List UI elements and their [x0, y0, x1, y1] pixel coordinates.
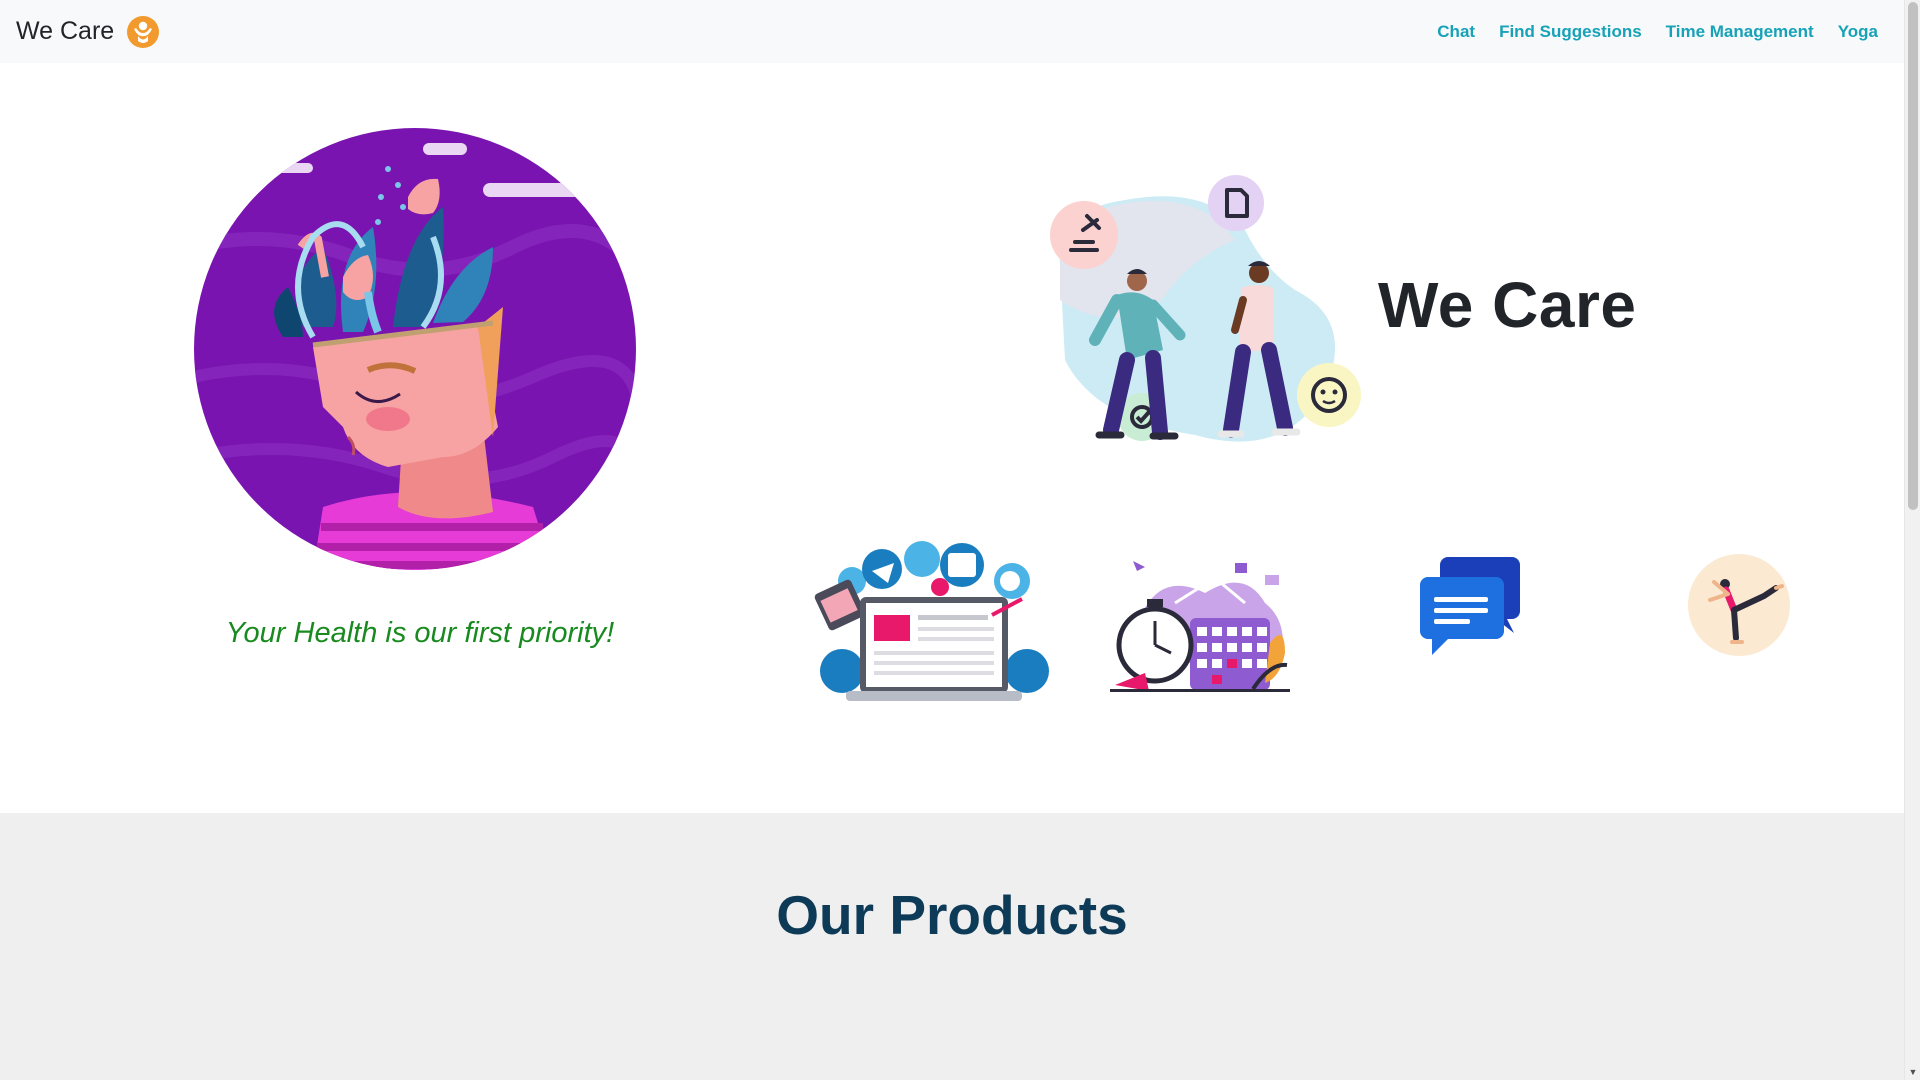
scroll-down-arrow-icon[interactable]: ▼ [1905, 1064, 1920, 1080]
hero-title: We Care [1378, 269, 1637, 341]
nav-link-chat[interactable]: Chat [1437, 22, 1475, 42]
hero-section: Your Health is our first priority! We Ca… [0, 63, 1904, 813]
team-discussion-illustration [1050, 175, 1361, 442]
brand-name: We Care [16, 17, 115, 45]
nav-link-find-suggestions[interactable]: Find Suggestions [1499, 22, 1642, 42]
laptop-social-illustration[interactable] [812, 541, 1052, 711]
yoga-pose-icon[interactable] [1688, 554, 1790, 656]
page-scrollbar[interactable]: ▼ [1904, 0, 1920, 1080]
products-title: Our Products [776, 884, 1128, 946]
navbar: We Care Chat Find Suggestions Time Manag… [0, 0, 1904, 63]
nav-links: Chat Find Suggestions Time Management Yo… [1437, 22, 1878, 42]
wecare-logo-icon [127, 15, 160, 48]
time-management-illustration[interactable] [1105, 553, 1295, 698]
chat-bubbles-icon[interactable] [1418, 555, 1522, 659]
mind-illustration [194, 128, 636, 570]
products-section: Our Products [0, 813, 1904, 1080]
nav-link-time-management[interactable]: Time Management [1666, 22, 1814, 42]
brand-link[interactable]: We Care [16, 15, 160, 49]
nav-link-yoga[interactable]: Yoga [1838, 22, 1878, 42]
tagline: Your Health is our first priority! [225, 617, 615, 649]
scrollbar-thumb[interactable] [1908, 2, 1918, 510]
